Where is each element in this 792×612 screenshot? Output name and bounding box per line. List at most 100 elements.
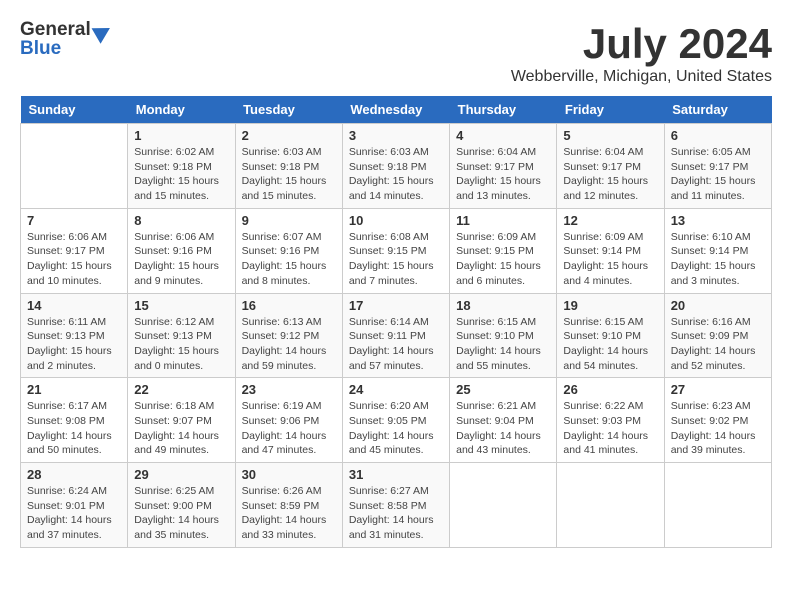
calendar-cell: 7 Sunrise: 6:06 AM Sunset: 9:17 PM Daylig… [21,208,128,293]
title-section: July 2024 Webberville, Michigan, United … [511,20,772,86]
day-of-week-header: Tuesday [235,96,342,124]
calendar-cell: 9Sunrise: 6:07 AM Sunset: 9:16 PM Daylig… [235,208,342,293]
day-number: 17 [349,298,443,313]
calendar-cell: 5 Sunrise: 6:04 AM Sunset: 9:17 PM Daylig… [557,124,664,209]
calendar-cell: 6 Sunrise: 6:05 AM Sunset: 9:17 PM Daylig… [664,124,771,209]
day-info: Sunrise: 6:15 AM Sunset: 9:10 PM Dayligh… [456,315,550,374]
day-info: Sunrise: 6:23 AM Sunset: 9:02 PM Dayligh… [671,399,765,458]
day-info: Sunrise: 6:12 AM Sunset: 9:13 PM Dayligh… [134,315,228,374]
calendar-table: SundayMondayTuesdayWednesdayThursdayFrid… [20,96,772,548]
page-header: General Blue July 2024 Webberville, Mich… [20,20,772,86]
day-info: Sunrise: 6:04 AM Sunset: 9:17 PM Dayligh… [456,145,550,204]
day-number: 29 [134,467,228,482]
calendar-cell: 12 Sunrise: 6:09 AM Sunset: 9:14 PM Dayli… [557,208,664,293]
calendar-cell: 2 Sunrise: 6:03 AM Sunset: 9:18 PM Daylig… [235,124,342,209]
day-info: Sunrise: 6:05 AM Sunset: 9:17 PM Dayligh… [671,145,765,204]
day-number: 9 [242,213,336,228]
day-info: Sunrise: 6:17 AM Sunset: 9:08 PM Dayligh… [27,399,121,458]
day-info: Sunrise: 6:04 AM Sunset: 9:17 PM Dayligh… [563,145,657,204]
day-of-week-header: Saturday [664,96,771,124]
day-info: Sunrise: 6:27 AM Sunset: 8:58 PM Dayligh… [349,484,443,543]
logo: General Blue [20,20,111,60]
day-number: 14 [27,298,121,313]
day-number: 19 [563,298,657,313]
calendar-cell: 29Sunrise: 6:25 AM Sunset: 9:00 PM Dayli… [128,463,235,548]
day-number: 8 [134,213,228,228]
day-info: Sunrise: 6:24 AM Sunset: 9:01 PM Dayligh… [27,484,121,543]
day-number: 26 [563,382,657,397]
day-info: Sunrise: 6:11 AM Sunset: 9:13 PM Dayligh… [27,315,121,374]
day-info: Sunrise: 6:16 AM Sunset: 9:09 PM Dayligh… [671,315,765,374]
day-info: Sunrise: 6:19 AM Sunset: 9:06 PM Dayligh… [242,399,336,458]
calendar-cell: 22Sunrise: 6:18 AM Sunset: 9:07 PM Dayli… [128,378,235,463]
calendar-cell: 15 Sunrise: 6:12 AM Sunset: 9:13 PM Dayli… [128,293,235,378]
calendar-cell: 14 Sunrise: 6:11 AM Sunset: 9:13 PM Dayli… [21,293,128,378]
day-info: Sunrise: 6:26 AM Sunset: 8:59 PM Dayligh… [242,484,336,543]
calendar-cell: 19 Sunrise: 6:15 AM Sunset: 9:10 PM Dayli… [557,293,664,378]
calendar-week-row: 7 Sunrise: 6:06 AM Sunset: 9:17 PM Daylig… [21,208,772,293]
day-info: Sunrise: 6:13 AM Sunset: 9:12 PM Dayligh… [242,315,336,374]
logo-text: General Blue [20,20,111,60]
day-of-week-header: Monday [128,96,235,124]
day-number: 30 [242,467,336,482]
calendar-cell [664,463,771,548]
calendar-cell: 16 Sunrise: 6:13 AM Sunset: 9:12 PM Dayli… [235,293,342,378]
day-number: 5 [563,128,657,143]
calendar-cell: 27 Sunrise: 6:23 AM Sunset: 9:02 PM Dayli… [664,378,771,463]
calendar-header: SundayMondayTuesdayWednesdayThursdayFrid… [21,96,772,124]
day-info: Sunrise: 6:20 AM Sunset: 9:05 PM Dayligh… [349,399,443,458]
day-number: 18 [456,298,550,313]
day-info: Sunrise: 6:21 AM Sunset: 9:04 PM Dayligh… [456,399,550,458]
day-number: 21 [27,382,121,397]
calendar-cell: 26 Sunrise: 6:22 AM Sunset: 9:03 PM Dayli… [557,378,664,463]
day-number: 15 [134,298,228,313]
day-number: 25 [456,382,550,397]
day-number: 28 [27,467,121,482]
day-info: Sunrise: 6:18 AM Sunset: 9:07 PM Dayligh… [134,399,228,458]
day-info: Sunrise: 6:03 AM Sunset: 9:18 PM Dayligh… [242,145,336,204]
calendar-cell: 11 Sunrise: 6:09 AM Sunset: 9:15 PM Dayli… [450,208,557,293]
day-of-week-header: Wednesday [342,96,449,124]
calendar-cell: 23Sunrise: 6:19 AM Sunset: 9:06 PM Dayli… [235,378,342,463]
logo-blue: Blue [20,39,111,60]
calendar-week-row: 1Sunrise: 6:02 AM Sunset: 9:18 PM Daylig… [21,124,772,209]
day-info: Sunrise: 6:15 AM Sunset: 9:10 PM Dayligh… [563,315,657,374]
day-number: 20 [671,298,765,313]
day-info: Sunrise: 6:10 AM Sunset: 9:14 PM Dayligh… [671,230,765,289]
day-info: Sunrise: 6:22 AM Sunset: 9:03 PM Dayligh… [563,399,657,458]
day-number: 13 [671,213,765,228]
calendar-cell: 18 Sunrise: 6:15 AM Sunset: 9:10 PM Dayli… [450,293,557,378]
calendar-body: 1Sunrise: 6:02 AM Sunset: 9:18 PM Daylig… [21,124,772,548]
day-number: 7 [27,213,121,228]
calendar-week-row: 14 Sunrise: 6:11 AM Sunset: 9:13 PM Dayli… [21,293,772,378]
day-info: Sunrise: 6:09 AM Sunset: 9:14 PM Dayligh… [563,230,657,289]
location: Webberville, Michigan, United States [511,68,772,86]
day-info: Sunrise: 6:09 AM Sunset: 9:15 PM Dayligh… [456,230,550,289]
day-number: 27 [671,382,765,397]
calendar-cell: 10Sunrise: 6:08 AM Sunset: 9:15 PM Dayli… [342,208,449,293]
day-number: 2 [242,128,336,143]
day-number: 24 [349,382,443,397]
calendar-cell: 21 Sunrise: 6:17 AM Sunset: 9:08 PM Dayli… [21,378,128,463]
calendar-cell: 17Sunrise: 6:14 AM Sunset: 9:11 PM Dayli… [342,293,449,378]
calendar-cell [450,463,557,548]
day-info: Sunrise: 6:08 AM Sunset: 9:15 PM Dayligh… [349,230,443,289]
day-number: 12 [563,213,657,228]
day-info: Sunrise: 6:06 AM Sunset: 9:16 PM Dayligh… [134,230,228,289]
day-number: 11 [456,213,550,228]
calendar-cell: 31Sunrise: 6:27 AM Sunset: 8:58 PM Dayli… [342,463,449,548]
calendar-cell: 4Sunrise: 6:04 AM Sunset: 9:17 PM Daylig… [450,124,557,209]
calendar-cell: 24 Sunrise: 6:20 AM Sunset: 9:05 PM Dayli… [342,378,449,463]
day-of-week-header: Sunday [21,96,128,124]
calendar-week-row: 28 Sunrise: 6:24 AM Sunset: 9:01 PM Dayli… [21,463,772,548]
calendar-cell: 28 Sunrise: 6:24 AM Sunset: 9:01 PM Dayli… [21,463,128,548]
day-number: 16 [242,298,336,313]
calendar-cell [21,124,128,209]
calendar-cell: 30 Sunrise: 6:26 AM Sunset: 8:59 PM Dayli… [235,463,342,548]
calendar-week-row: 21 Sunrise: 6:17 AM Sunset: 9:08 PM Dayli… [21,378,772,463]
day-info: Sunrise: 6:02 AM Sunset: 9:18 PM Dayligh… [134,145,228,204]
day-info: Sunrise: 6:06 AM Sunset: 9:17 PM Dayligh… [27,230,121,289]
calendar-cell: 13 Sunrise: 6:10 AM Sunset: 9:14 PM Dayli… [664,208,771,293]
day-number: 6 [671,128,765,143]
day-number: 3 [349,128,443,143]
